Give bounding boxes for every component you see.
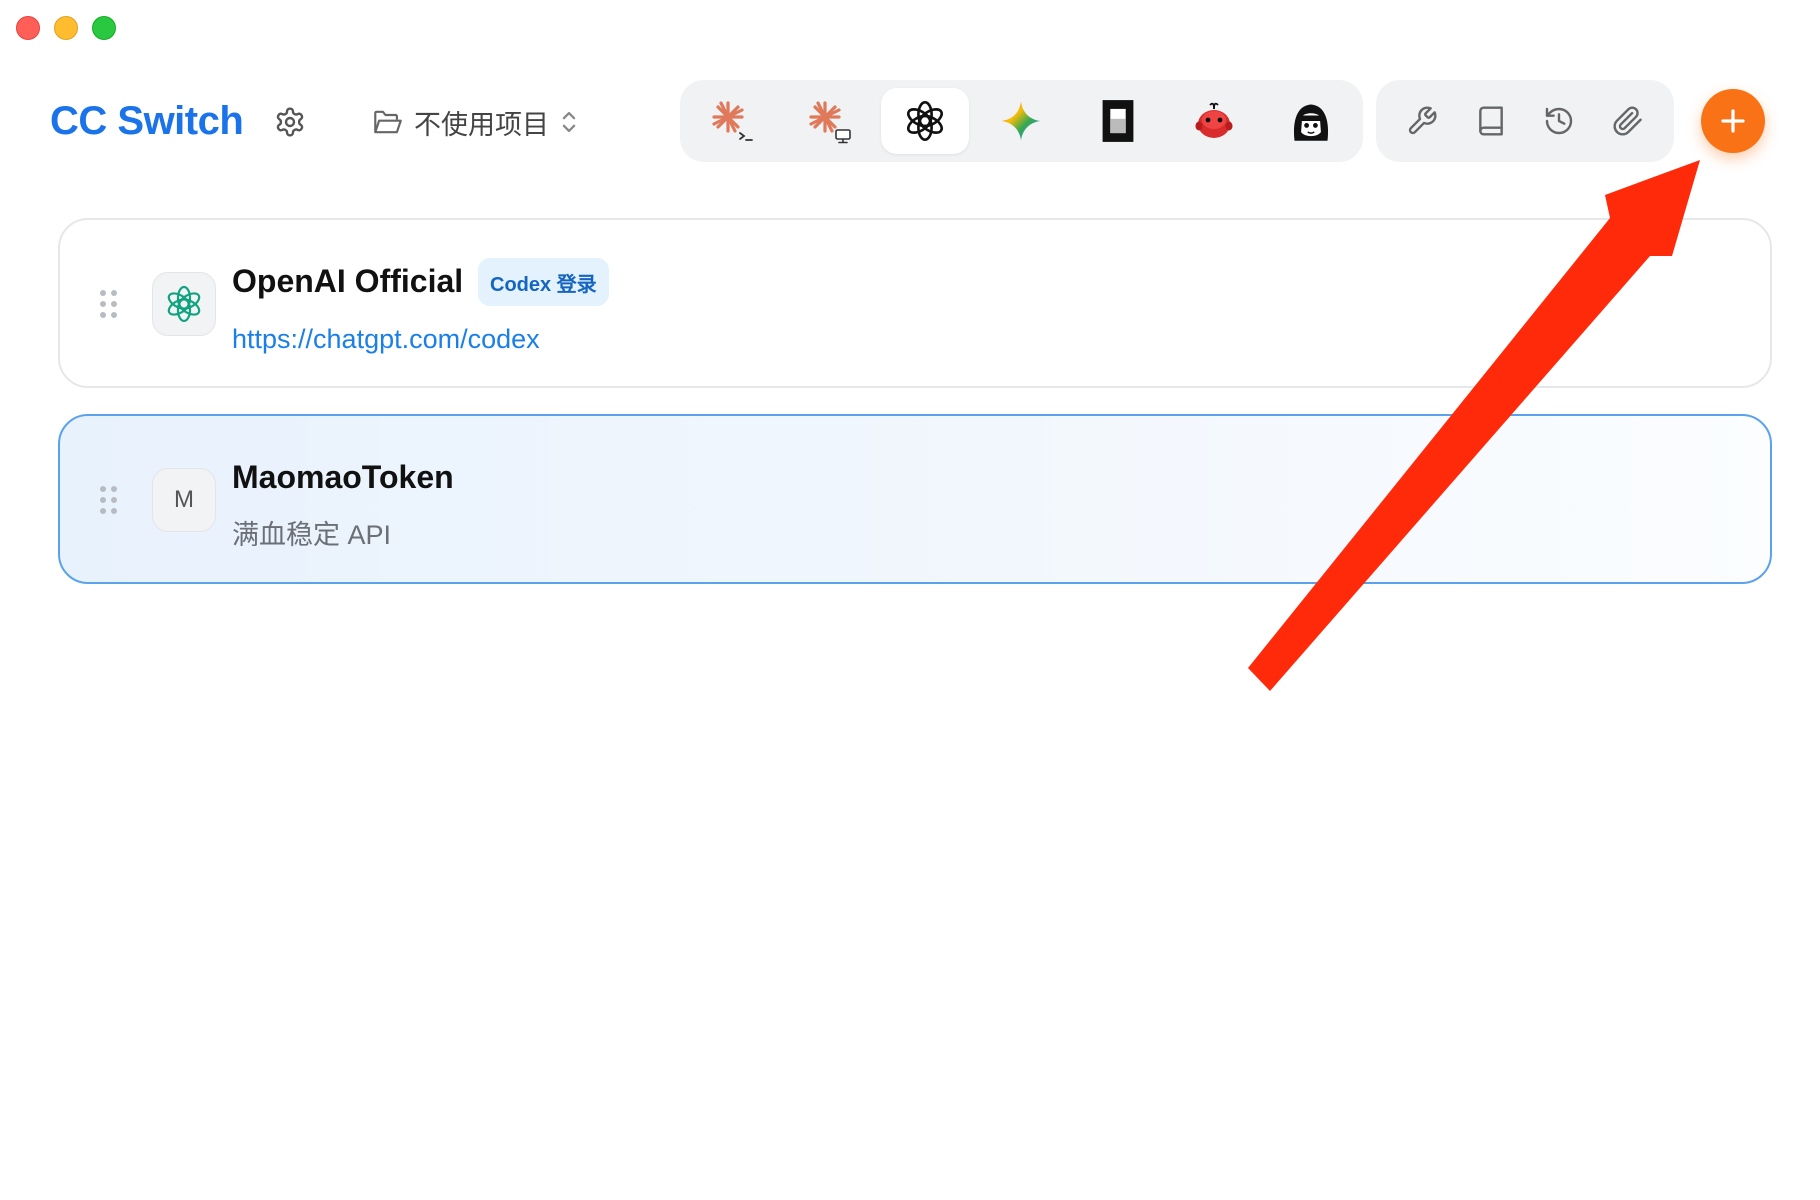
- provider-avatar: [152, 272, 216, 336]
- history-icon: [1546, 107, 1573, 135]
- header-bar: CC Switch 不使用项目: [0, 80, 1820, 162]
- drag-handle-icon[interactable]: [100, 290, 117, 318]
- red-mascot-icon: [1195, 102, 1233, 138]
- gemini-star-icon: [1001, 101, 1042, 141]
- tools-group: [1376, 80, 1674, 162]
- app-switcher: [680, 80, 1363, 162]
- provider-name: MaomaoToken: [232, 459, 454, 495]
- folder-open-icon: [372, 108, 404, 136]
- chevron-up-down-icon: [559, 108, 579, 136]
- book-icon: [1478, 106, 1503, 136]
- wrench-icon: [1409, 106, 1437, 135]
- provider-avatar: M: [152, 468, 216, 532]
- project-selector-label: 不使用项目: [414, 109, 549, 140]
- add-provider-button[interactable]: [1701, 89, 1765, 153]
- app-tab-gemini[interactable]: [977, 88, 1065, 154]
- opencode-icon: [1102, 100, 1134, 142]
- provider-url-link[interactable]: https://chatgpt.com/codex: [232, 322, 540, 356]
- app-tab-red-mascot[interactable]: [1170, 88, 1258, 154]
- gear-icon: [276, 107, 304, 137]
- window-close-button[interactable]: [16, 16, 40, 40]
- provider-card-openai-official[interactable]: OpenAI Official Codex 登录 https://chatgpt…: [58, 218, 1772, 388]
- provider-badge: Codex 登录: [478, 258, 609, 306]
- history-button[interactable]: [1531, 93, 1587, 149]
- claude-terminal-icon: [712, 101, 754, 141]
- provider-description: 满血稳定 API: [232, 520, 392, 550]
- app-tab-opencode[interactable]: [1074, 88, 1162, 154]
- provider-card-maomaotoken[interactable]: M MaomaoToken 满血稳定 API: [58, 414, 1772, 584]
- window-minimize-button[interactable]: [54, 16, 78, 40]
- app-title: CC Switch: [50, 99, 244, 143]
- claude-desktop-icon: [809, 101, 851, 144]
- app-tab-claude-desktop[interactable]: [784, 88, 872, 154]
- app-tab-codex[interactable]: [880, 88, 970, 154]
- provider-list: OpenAI Official Codex 登录 https://chatgpt…: [58, 218, 1772, 610]
- attachments-button[interactable]: [1600, 93, 1656, 149]
- openai-icon: [907, 100, 944, 142]
- plus-icon: [1721, 109, 1745, 133]
- project-selector[interactable]: 不使用项目: [372, 100, 579, 144]
- provider-name: OpenAI Official: [232, 263, 464, 299]
- paperclip-icon: [1613, 106, 1642, 136]
- app-tab-claude-code[interactable]: [688, 88, 776, 154]
- docs-button[interactable]: [1463, 93, 1519, 149]
- app-tab-manga-avatar[interactable]: [1267, 88, 1355, 154]
- settings-button[interactable]: [270, 102, 310, 142]
- manga-avatar-icon: [1293, 104, 1328, 141]
- tools-button[interactable]: [1394, 93, 1450, 149]
- window-controls: [16, 16, 116, 40]
- openai-icon: [167, 285, 201, 323]
- window-maximize-button[interactable]: [92, 16, 116, 40]
- drag-handle-icon[interactable]: [100, 486, 117, 514]
